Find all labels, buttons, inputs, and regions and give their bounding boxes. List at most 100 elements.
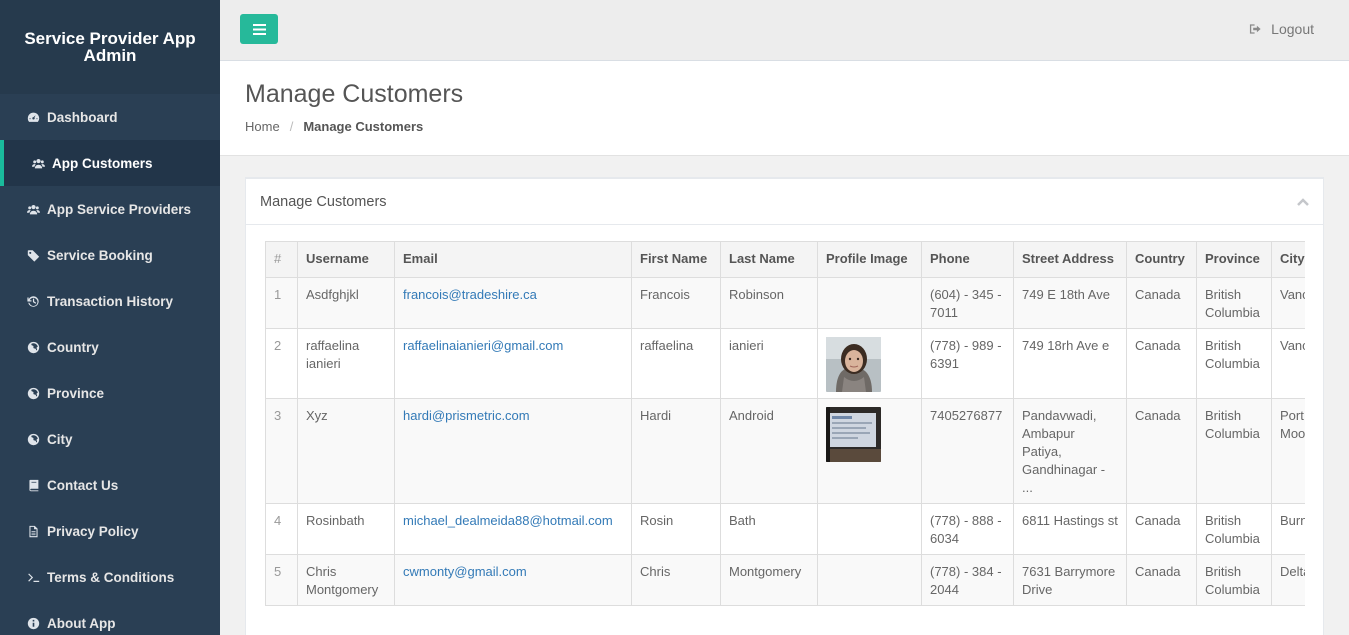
email-link[interactable]: francois@tradeshire.ca (403, 287, 537, 302)
cell-province: British Columbia (1196, 503, 1272, 555)
globe-icon (24, 432, 42, 446)
cell-province: British Columbia (1196, 398, 1272, 504)
sidebar-item-label: About App (47, 615, 116, 631)
top-navbar: Logout (220, 0, 1349, 61)
cell-phone: (604) - 345 - 7011 (921, 277, 1014, 329)
app-brand[interactable]: Service Provider App Admin (0, 0, 220, 94)
cell-phone: 7405276877 (921, 398, 1014, 504)
cell-number: 2 (265, 328, 298, 399)
cell-username: Xyz (297, 398, 395, 504)
chevron-up-icon[interactable] (1297, 193, 1309, 211)
cell-city: Burnaby (1271, 503, 1305, 555)
terminal-icon (24, 570, 42, 584)
customers-panel: Manage Customers # Username Email First … (245, 177, 1324, 635)
cell-username: Rosinbath (297, 503, 395, 555)
email-link[interactable]: cwmonty@gmail.com (403, 564, 527, 579)
sidebar-item-terms-conditions[interactable]: Terms & Conditions (0, 554, 220, 600)
profile-image-screen[interactable] (826, 407, 881, 462)
cell-last-name: Montgomery (720, 554, 818, 606)
cell-first-name: raffaelina (631, 328, 721, 399)
cell-street-address: 6811 Hastings st (1013, 503, 1127, 555)
sidebar-item-service-booking[interactable]: Service Booking (0, 232, 220, 278)
cell-phone: (778) - 888 - 6034 (921, 503, 1014, 555)
column-header-city[interactable]: City (1271, 241, 1305, 278)
cell-email: michael_dealmeida88@hotmail.com (394, 503, 632, 555)
sidebar-item-label: Contact Us (47, 477, 119, 493)
book-icon (24, 478, 42, 492)
cell-username: Chris Montgomery (297, 554, 395, 606)
column-header-last-name[interactable]: Last Name (720, 241, 818, 278)
cell-email: francois@tradeshire.ca (394, 277, 632, 329)
table-row: 4 Rosinbath michael_dealmeida88@hotmail.… (265, 503, 1305, 555)
column-header-street-address[interactable]: Street Address (1013, 241, 1127, 278)
app-title: Service Provider App Admin (24, 29, 196, 65)
cell-province: British Columbia (1196, 328, 1272, 399)
cell-email: raffaelinaianieri@gmail.com (394, 328, 632, 399)
column-header-number[interactable]: # (265, 241, 298, 278)
cell-first-name: Chris (631, 554, 721, 606)
cell-username: raffaelina ianieri (297, 328, 395, 399)
table-row: 2 raffaelina ianieri raffaelinaianieri@g… (265, 328, 1305, 399)
column-header-first-name[interactable]: First Name (631, 241, 721, 278)
breadcrumb-separator: / (289, 119, 294, 134)
profile-image-woman[interactable] (826, 337, 881, 392)
cell-profile-image (817, 398, 922, 504)
sidebar-item-dashboard[interactable]: Dashboard (0, 94, 220, 140)
cell-country: Canada (1126, 328, 1197, 399)
breadcrumb-home-link[interactable]: Home (245, 119, 280, 134)
sidebar-item-contact-us[interactable]: Contact Us (0, 462, 220, 508)
breadcrumb: Home / Manage Customers (245, 119, 423, 134)
cell-email: cwmonty@gmail.com (394, 554, 632, 606)
column-header-phone[interactable]: Phone (921, 241, 1014, 278)
cell-province: British Columbia (1196, 277, 1272, 329)
cell-first-name: Hardi (631, 398, 721, 504)
email-link[interactable]: michael_dealmeida88@hotmail.com (403, 513, 613, 528)
cell-username: Asdfghjkl (297, 277, 395, 329)
sidebar-item-label: Transaction History (47, 293, 174, 309)
table-row: 5 Chris Montgomery cwmonty@gmail.com Chr… (265, 554, 1305, 606)
sidebar-item-about-app[interactable]: About App (0, 600, 220, 635)
column-header-username[interactable]: Username (297, 241, 395, 278)
email-link[interactable]: hardi@prismetric.com (403, 408, 530, 423)
column-header-profile-image[interactable]: Profile Image (817, 241, 922, 278)
users-icon (24, 202, 42, 216)
sidebar-item-transaction-history[interactable]: Transaction History (0, 278, 220, 324)
cell-last-name: Android (720, 398, 818, 504)
panel-header: Manage Customers (246, 179, 1323, 225)
cell-city: Vancouver (1271, 328, 1305, 399)
sidebar-item-privacy-policy[interactable]: Privacy Policy (0, 508, 220, 554)
globe-icon (24, 340, 42, 354)
column-header-email[interactable]: Email (394, 241, 632, 278)
hamburger-icon (252, 23, 266, 35)
cell-city: Vancouver (1271, 277, 1305, 329)
sidebar-item-country[interactable]: Country (0, 324, 220, 370)
sidebar-item-app-customers[interactable]: App Customers (0, 140, 220, 186)
sidebar-item-app-service-providers[interactable]: App Service Providers (0, 186, 220, 232)
table-row: 3 Xyz hardi@prismetric.com Hardi Android (265, 398, 1305, 504)
sidebar-item-province[interactable]: Province (0, 370, 220, 416)
dashboard-icon (24, 110, 42, 124)
menu-toggle-button[interactable] (240, 14, 278, 44)
cell-profile-image (817, 503, 922, 555)
file-icon (24, 524, 42, 538)
cell-first-name: Francois (631, 277, 721, 329)
column-header-country[interactable]: Country (1126, 241, 1197, 278)
table-row: 1 Asdfghjkl francois@tradeshire.ca Franc… (265, 277, 1305, 329)
cell-number: 4 (265, 503, 298, 555)
panel-title: Manage Customers (260, 193, 387, 210)
cell-number: 1 (265, 277, 298, 329)
page-header: Manage Customers Home / Manage Customers (220, 61, 1349, 156)
cell-country: Canada (1126, 503, 1197, 555)
cell-first-name: Rosin (631, 503, 721, 555)
table-container[interactable]: # Username Email First Name Last Name Pr… (265, 241, 1305, 635)
cell-number: 3 (265, 398, 298, 504)
sidebar-item-city[interactable]: City (0, 416, 220, 462)
cell-profile-image (817, 328, 922, 399)
logout-label: Logout (1271, 21, 1314, 37)
cell-city: Delta (1271, 554, 1305, 606)
email-link[interactable]: raffaelinaianieri@gmail.com (403, 338, 563, 353)
cell-street-address: 749 E 18th Ave (1013, 277, 1127, 329)
column-header-province[interactable]: Province (1196, 241, 1272, 278)
logout-button[interactable]: Logout (1249, 21, 1314, 37)
cell-profile-image (817, 554, 922, 606)
